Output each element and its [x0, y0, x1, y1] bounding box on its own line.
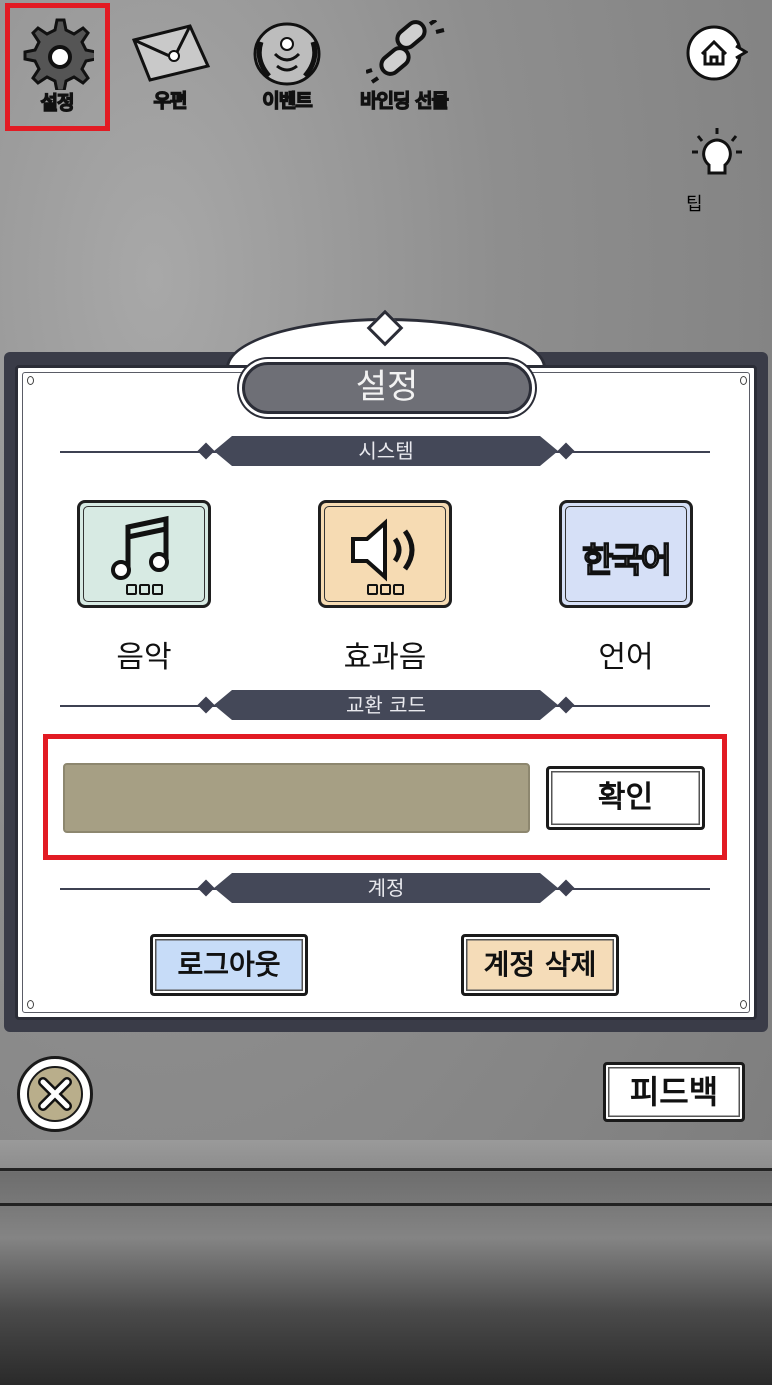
- music-note-icon: [111, 515, 169, 580]
- language-value: 한국어: [581, 540, 672, 582]
- mail-nav-button[interactable]: 우편: [125, 18, 215, 118]
- delete-account-button[interactable]: 계정 삭제: [461, 934, 619, 996]
- speaker-icon: [351, 518, 415, 582]
- sfx-label: 효과음: [343, 640, 427, 675]
- confirm-button[interactable]: 확인: [546, 766, 705, 830]
- dialog-title: 설정: [242, 362, 532, 414]
- mail-nav-label: 우편: [153, 89, 188, 112]
- music-label: 음악: [116, 640, 172, 675]
- home-icon: [686, 25, 749, 81]
- background-floor: [0, 1140, 772, 1385]
- floor-edge: [0, 1203, 772, 1206]
- bind-gift-nav-label: 바인딩 선물: [359, 89, 449, 112]
- event-nav-label: 이벤트: [262, 89, 314, 112]
- close-icon: [38, 1077, 72, 1111]
- system-section-header: 시스템: [214, 436, 558, 466]
- laurel-icon: [253, 22, 321, 86]
- logout-button[interactable]: 로그아웃: [150, 934, 308, 996]
- volume-level-dots: [321, 580, 449, 599]
- tips-button[interactable]: 팁: [686, 126, 748, 215]
- tips-label: 팁: [686, 194, 703, 215]
- feedback-button[interactable]: 피드백: [603, 1062, 745, 1122]
- highlight-box: [5, 3, 110, 131]
- music-toggle-button[interactable]: [77, 500, 211, 608]
- corner-rivet: [740, 376, 747, 385]
- corner-rivet: [740, 1000, 747, 1009]
- chain-link-icon: [366, 20, 445, 84]
- language-button[interactable]: 한국어: [559, 500, 693, 608]
- lightbulb-icon: [692, 128, 742, 175]
- envelope-icon: [131, 24, 211, 82]
- redeem-code-section-header: 교환 코드: [214, 690, 558, 720]
- corner-rivet: [27, 376, 34, 385]
- home-button[interactable]: [686, 22, 749, 84]
- sfx-toggle-button[interactable]: [318, 500, 452, 608]
- corner-rivet: [27, 1000, 34, 1009]
- close-button-face: [27, 1066, 83, 1122]
- language-label: 언어: [598, 640, 654, 675]
- redeem-code-input[interactable]: [63, 763, 530, 833]
- event-nav-button[interactable]: 이벤트: [242, 18, 332, 118]
- close-button[interactable]: [17, 1056, 93, 1132]
- bind-gift-nav-button[interactable]: 바인딩 선물: [344, 18, 464, 118]
- floor-edge: [0, 1168, 772, 1171]
- account-section-header: 계정: [214, 873, 558, 903]
- volume-level-dots: [80, 580, 208, 599]
